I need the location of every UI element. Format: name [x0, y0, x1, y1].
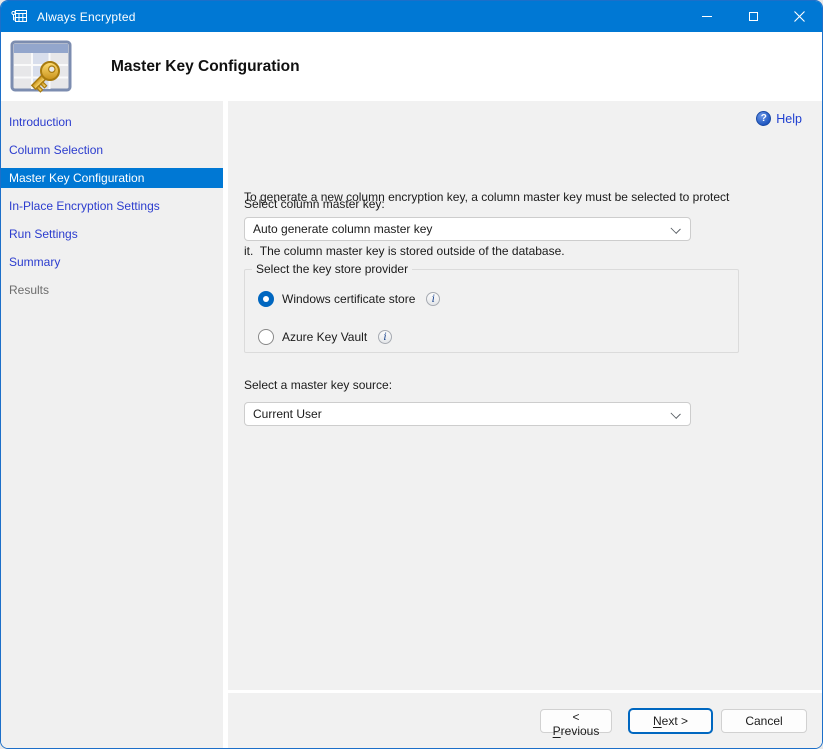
step-content: ? Help To generate a new column encrypti…	[228, 101, 822, 690]
window-title: Always Encrypted	[37, 10, 136, 24]
sidebar-item-results: Results	[1, 280, 223, 300]
table-key-icon	[9, 38, 73, 96]
key-store-provider-group: Select the key store provider Windows ce…	[244, 269, 739, 353]
chevron-down-icon	[671, 224, 681, 234]
key-source-dropdown-value: Current User	[253, 407, 322, 421]
master-key-dropdown[interactable]: Auto generate column master key	[244, 217, 691, 241]
master-key-dropdown-value: Auto generate column master key	[253, 222, 432, 236]
chevron-down-icon	[671, 409, 681, 419]
key-source-dropdown[interactable]: Current User	[244, 402, 691, 426]
sidebar-item-master-key-configuration[interactable]: Master Key Configuration	[1, 168, 223, 188]
maximize-icon	[749, 12, 758, 21]
sidebar-item-column-selection[interactable]: Column Selection	[1, 140, 223, 160]
minimize-button[interactable]	[684, 1, 730, 32]
sidebar-item-introduction[interactable]: Introduction	[1, 112, 223, 132]
help-icon: ?	[756, 111, 771, 126]
page-title: Master Key Configuration	[111, 58, 300, 76]
master-key-label: Select column master key:	[244, 197, 385, 211]
close-icon	[794, 11, 805, 22]
app-icon	[11, 9, 28, 24]
title-bar: Always Encrypted	[1, 1, 822, 32]
radio-button-windows-certificate-store[interactable]	[258, 291, 274, 307]
wizard-steps-nav: Introduction Column Selection Master Key…	[1, 101, 223, 748]
key-store-provider-legend: Select the key store provider	[252, 262, 412, 276]
maximize-button[interactable]	[730, 1, 776, 32]
wizard-header: Master Key Configuration	[1, 32, 822, 101]
sidebar-item-in-place-encryption-settings[interactable]: In-Place Encryption Settings	[1, 196, 223, 216]
cancel-button[interactable]: Cancel	[721, 709, 807, 733]
radio-option-azure-key-vault[interactable]: Azure Key Vault i	[258, 329, 392, 345]
info-icon[interactable]: i	[378, 330, 392, 344]
radio-option-windows-certificate-store[interactable]: Windows certificate store i	[258, 291, 440, 307]
close-button[interactable]	[776, 1, 822, 32]
footer-bar: < Previous Next > Cancel	[228, 693, 822, 748]
always-encrypted-wizard-window: Always Encrypted	[0, 0, 823, 749]
help-link[interactable]: ? Help	[756, 111, 802, 126]
help-label: Help	[776, 112, 802, 126]
sidebar-item-summary[interactable]: Summary	[1, 252, 223, 272]
minimize-icon	[702, 16, 712, 17]
sidebar-item-run-settings[interactable]: Run Settings	[1, 224, 223, 244]
key-source-label: Select a master key source:	[244, 378, 392, 392]
previous-button[interactable]: < Previous	[540, 709, 612, 733]
window-controls	[684, 1, 822, 32]
radio-button-azure-key-vault[interactable]	[258, 329, 274, 345]
info-icon[interactable]: i	[426, 292, 440, 306]
next-button[interactable]: Next >	[629, 709, 712, 733]
